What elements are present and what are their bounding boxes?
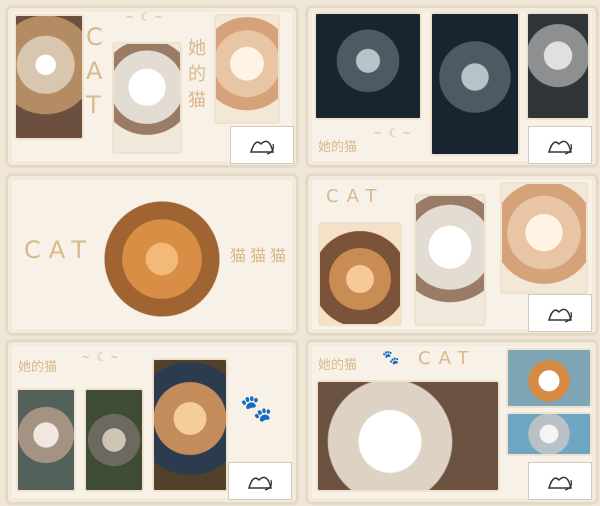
cat-photo [500, 182, 588, 294]
cat-logo [228, 462, 292, 500]
cat-logo [528, 126, 592, 164]
collage-board-2: 她的猫 ~ ☾ ~ [306, 6, 598, 167]
cat-photo [430, 12, 520, 156]
cat-photo [152, 358, 228, 492]
cat-logo-icon [248, 476, 272, 491]
cat-photo [92, 190, 232, 328]
cat-logo [528, 462, 592, 500]
cat-logo-icon [548, 476, 572, 491]
cat-photo [84, 388, 144, 492]
cat-photo [16, 388, 76, 492]
cjk-caption: 她的猫 [18, 360, 58, 375]
cat-photo [112, 42, 182, 154]
cat-logo-icon [548, 308, 572, 323]
cat-photo [318, 222, 402, 326]
cat-photo [506, 412, 592, 456]
whisker-doodle: ~ ☾ ~ [82, 350, 119, 364]
collage-board-6: 她的猫 🐾 CAT [306, 340, 598, 504]
cat-photo [314, 12, 422, 120]
cjk-caption: 猫猫猫 [230, 246, 291, 265]
cat-logo-icon [250, 140, 274, 155]
collage-board-3: CAT 猫猫猫 [6, 174, 298, 335]
whisker-doodle: ~ ☾ ~ [374, 126, 411, 140]
cat-photo [214, 14, 280, 124]
cat-logo [528, 294, 592, 332]
collage-board-5: 她的猫 ~ ☾ ~ 🐾 [6, 340, 298, 504]
cat-logo-icon [548, 140, 572, 155]
cat-photo [316, 380, 500, 492]
cjk-caption: 她的猫 [318, 140, 358, 155]
cjk-caption: 她的猫 [188, 38, 206, 111]
collage-board-1: CAT 她的猫 ~ ☾ ~ [6, 6, 298, 167]
cat-title: CAT [418, 348, 477, 369]
cat-title: CAT [326, 186, 385, 207]
cat-photo [526, 12, 590, 120]
paw-icon: 🐾 [382, 350, 400, 366]
paw-icon: 🐾 [240, 394, 273, 424]
cat-photo [506, 348, 592, 408]
cjk-caption: 她的猫 [318, 358, 358, 373]
collage-board-4: CAT [306, 174, 598, 335]
cat-title: CAT [86, 23, 111, 119]
cat-logo [230, 126, 294, 164]
cat-title: CAT [24, 236, 94, 264]
cat-photo [14, 14, 84, 140]
whisker-doodle: ~ ☾ ~ [126, 10, 163, 24]
cat-photo [414, 194, 486, 326]
